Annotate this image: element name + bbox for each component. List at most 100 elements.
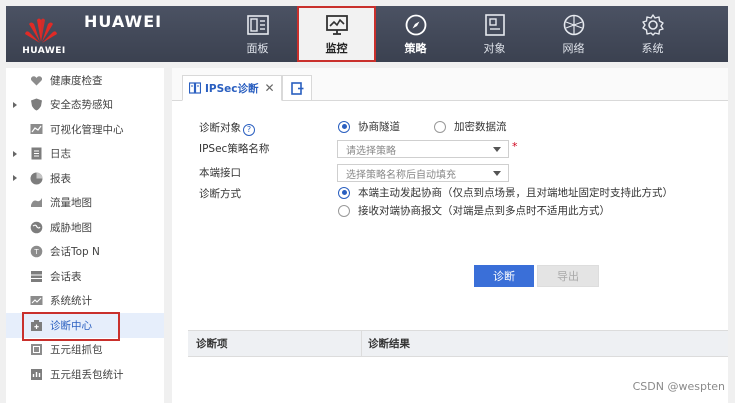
radio-label: 协商隧道 <box>358 121 400 133</box>
gear-icon <box>641 13 664 36</box>
column-header-item[interactable]: 诊断项 <box>188 331 362 356</box>
radio-dot[interactable] <box>338 204 350 217</box>
sidebar-item-label: 可视化管理中心 <box>50 123 124 136</box>
interface-select-value: 选择策略名称后自动填充 <box>346 169 456 181</box>
sidebar-menu: 健康度检查 安全态势感知 可视化管理中心 日志 报表 流量地图 威胁地图 T 会… <box>6 68 164 403</box>
nav-policy-label: 策略 <box>404 41 427 55</box>
sidebar-item-label: 威胁地图 <box>50 221 92 234</box>
svg-text:T: T <box>33 248 39 256</box>
nav-policy[interactable]: 策略 <box>376 6 455 62</box>
nav-network-label: 网络 <box>562 41 585 55</box>
sidebar-item-label: 流量地图 <box>50 197 92 210</box>
radio-dot[interactable] <box>338 120 350 133</box>
tab-ipsec-diagnose[interactable]: IPSec诊断 ✕ <box>182 75 282 101</box>
policy-select-value: 请选择策略 <box>346 145 396 157</box>
nav-object[interactable]: 对象 <box>455 6 534 62</box>
sidebar-item-label: 日志 <box>50 148 71 161</box>
results-header: 诊断项 诊断结果 <box>188 331 728 357</box>
help-icon[interactable]: ? <box>243 124 255 136</box>
huawei-logo: HUAWEI <box>14 12 74 58</box>
nav-object-label: 对象 <box>483 41 506 55</box>
sidebar-item-label: 会话Top N <box>50 246 100 259</box>
sidebar-item-label: 诊断中心 <box>50 319 92 332</box>
sidebar-item-label: 系统统计 <box>50 295 92 308</box>
radio-negotiation-tunnel[interactable]: 协商隧道 <box>338 119 400 134</box>
sidebar-item-report[interactable]: 报表 <box>6 166 164 191</box>
sidebar-item-security-awareness[interactable]: 安全态势感知 <box>6 93 164 118</box>
policy-select[interactable]: 请选择策略 <box>337 140 509 158</box>
radio-local-initiate[interactable]: 本端主动发起协商（仅点到点场景，且对端地址固定时支持此方式） <box>338 185 673 200</box>
compass-icon <box>405 14 426 35</box>
shield-icon <box>31 98 42 111</box>
drop-stats-icon <box>31 368 42 380</box>
tab-bar: IPSec诊断 ✕ <box>172 68 728 101</box>
nav-monitor[interactable]: 监控 <box>297 6 376 62</box>
sidebar-item-visual-center[interactable]: 可视化管理中心 <box>6 117 164 142</box>
chevron-down-icon <box>493 171 501 176</box>
sidebar-item-diagnose-center[interactable]: 诊断中心 <box>6 312 164 340</box>
expand-arrow-icon[interactable] <box>13 101 17 108</box>
top-navigation-bar: HUAWEI HUAWEI 面板 监控 策略 对象 网络 系统 <box>6 6 728 62</box>
sidebar-item-label: 健康度检查 <box>50 74 103 87</box>
session-table-icon <box>31 270 42 282</box>
radio-dot[interactable] <box>434 120 446 133</box>
radio-encrypted-flow[interactable]: 加密数据流 <box>434 119 507 134</box>
radio-receive-peer[interactable]: 接收对端协商报文（对端是点到多点时不适用此方式） <box>338 203 610 218</box>
sidebar-item-session-top-n[interactable]: T 会话Top N <box>6 240 164 265</box>
sidebar-item-traffic-map[interactable]: 流量地图 <box>6 191 164 216</box>
radio-label: 接收对端协商报文（对端是点到多点时不适用此方式） <box>358 205 610 217</box>
sidebar-item-packet-capture[interactable]: 五元组抓包 <box>6 338 164 363</box>
nav-system-label: 系统 <box>641 41 664 55</box>
close-icon[interactable]: ✕ <box>265 81 275 95</box>
main-panel: IPSec诊断 ✕ 诊断对象? 协商隧道 加密数据流 IPSec策略名称 请选择… <box>172 68 728 403</box>
dashboard-icon <box>246 14 269 35</box>
sidebar-item-log[interactable]: 日志 <box>6 142 164 167</box>
traffic-map-icon <box>31 198 42 208</box>
sidebar-item-health-check[interactable]: 健康度检查 <box>6 68 164 93</box>
method-label: 诊断方式 <box>199 188 241 200</box>
nav-monitor-label: 监控 <box>325 41 348 55</box>
object-icon <box>484 13 505 36</box>
sidebar-item-system-stats[interactable]: 系统统计 <box>6 289 164 314</box>
sidebar-item-label: 五元组丢包统计 <box>50 368 124 381</box>
logo-wordmark: HUAWEI <box>22 46 66 56</box>
stats-icon <box>30 296 43 306</box>
interface-label: 本端接口 <box>199 167 241 179</box>
radio-dot[interactable] <box>338 186 350 199</box>
heart-icon <box>30 75 43 86</box>
nav-network[interactable]: 网络 <box>534 6 613 62</box>
ipsec-tab-icon <box>189 82 201 94</box>
nav-system[interactable]: 系统 <box>613 6 692 62</box>
export-button[interactable]: 导出 <box>537 265 599 287</box>
column-header-result[interactable]: 诊断结果 <box>362 336 410 351</box>
target-label-row: 诊断对象? <box>199 120 255 136</box>
radio-label: 加密数据流 <box>454 121 507 133</box>
required-mark: * <box>512 140 518 153</box>
diagnose-icon <box>31 319 42 331</box>
log-icon <box>31 147 42 160</box>
sidebar-item-drop-stats[interactable]: 五元组丢包统计 <box>6 362 164 387</box>
threat-map-icon <box>30 221 43 234</box>
interface-select[interactable]: 选择策略名称后自动填充 <box>337 164 509 182</box>
tab-label: IPSec诊断 <box>205 82 259 95</box>
diagnose-button[interactable]: 诊断 <box>474 265 534 287</box>
sidebar-item-label: 会话表 <box>50 270 82 283</box>
brand-title: HUAWEI <box>84 12 163 31</box>
open-new-tab-button[interactable] <box>282 75 312 101</box>
sidebar-item-threat-map[interactable]: 威胁地图 <box>6 215 164 240</box>
nav-dashboard[interactable]: 面板 <box>218 6 297 62</box>
network-icon <box>563 14 584 35</box>
new-tab-icon <box>290 81 303 95</box>
monitor-icon <box>325 14 348 35</box>
sidebar-item-label: 安全态势感知 <box>50 99 113 112</box>
nav-dashboard-label: 面板 <box>246 41 269 55</box>
main-nav: 面板 监控 策略 对象 网络 系统 <box>218 6 692 62</box>
sidebar-item-label: 五元组抓包 <box>50 344 103 357</box>
sidebar-item-session-table[interactable]: 会话表 <box>6 264 164 289</box>
expand-arrow-icon[interactable] <box>13 175 17 181</box>
expand-arrow-icon[interactable] <box>13 150 17 157</box>
target-label: 诊断对象 <box>199 122 241 134</box>
radio-label: 本端主动发起协商（仅点到点场景，且对端地址固定时支持此方式） <box>358 187 673 199</box>
visual-icon <box>30 123 43 134</box>
session-top-icon: T <box>30 245 43 258</box>
